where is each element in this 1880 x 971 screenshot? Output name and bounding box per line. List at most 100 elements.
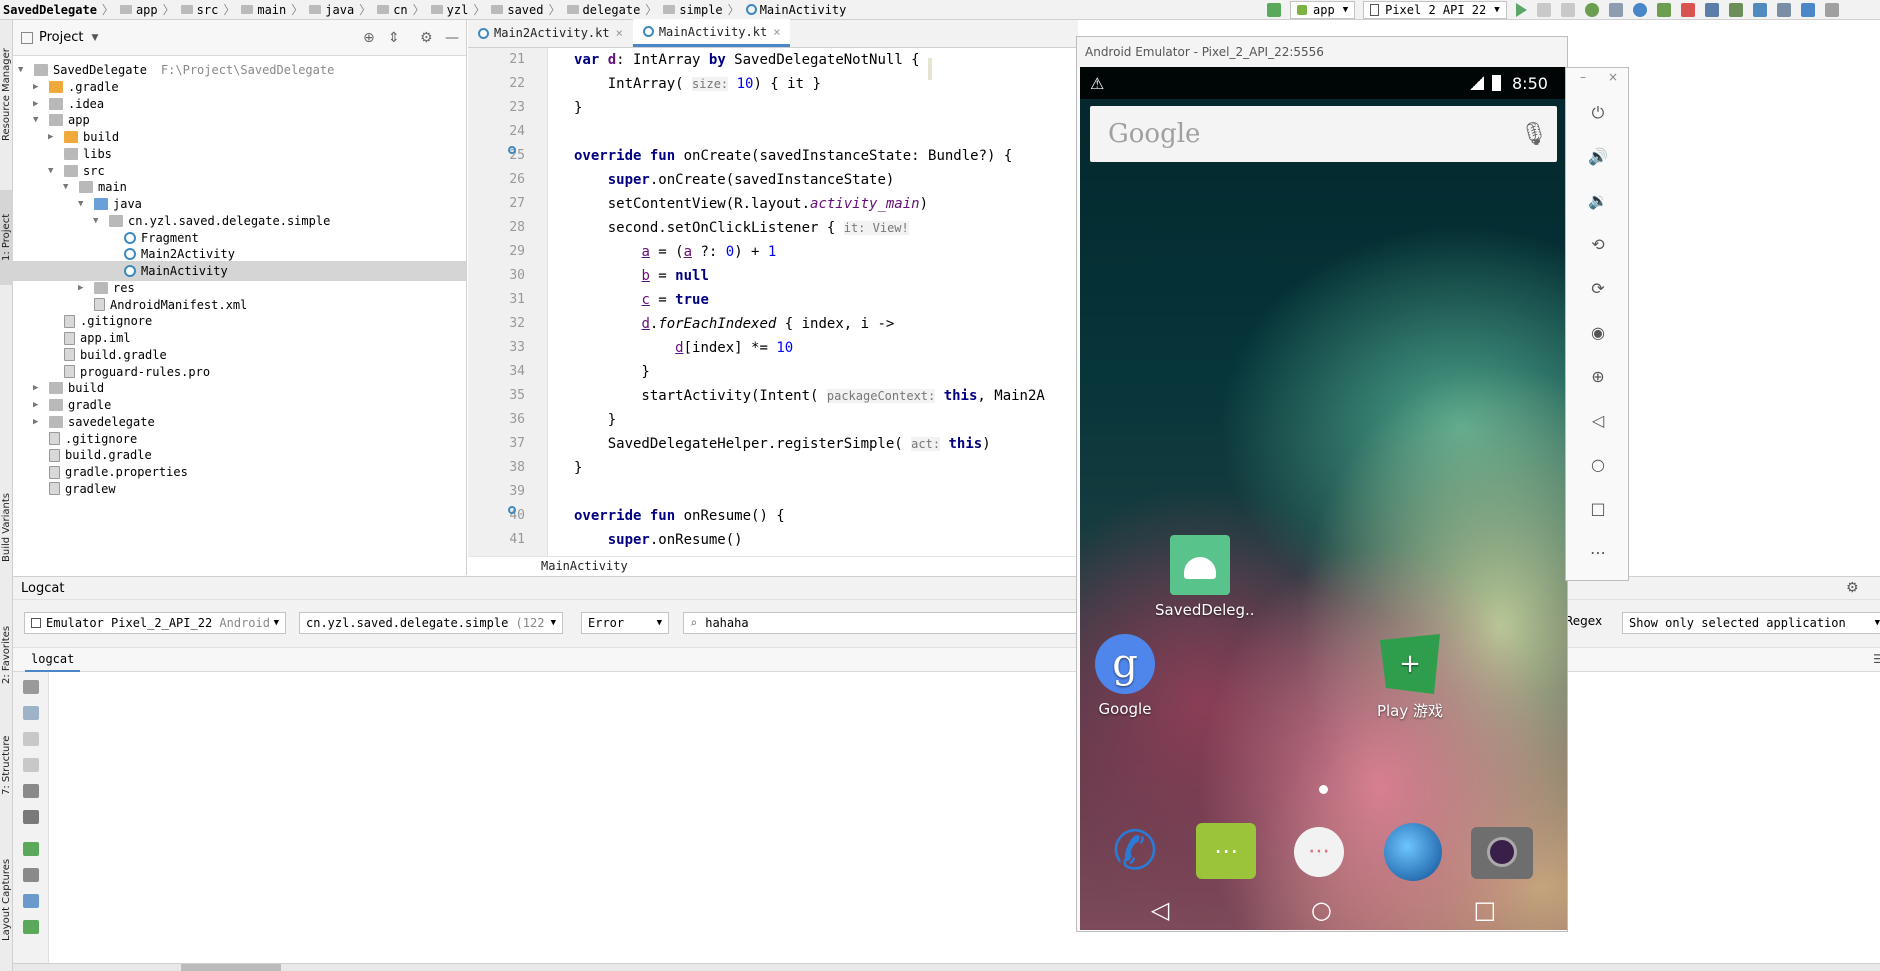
expand-arrow-icon[interactable]: ▶ <box>48 132 58 142</box>
breadcrumb-item[interactable]: cn 〉 <box>374 0 427 20</box>
attach-debugger-icon[interactable] <box>1656 3 1671 17</box>
coverage-icon[interactable] <box>1608 3 1623 17</box>
profile-icon[interactable] <box>1632 3 1647 17</box>
expand-arrow-icon[interactable]: ▶ <box>33 383 43 393</box>
debug-icon[interactable] <box>1584 3 1599 17</box>
expand-arrow-icon[interactable]: ▼ <box>93 216 103 226</box>
tab-logcat[interactable]: logcat <box>25 648 81 672</box>
browser-icon[interactable] <box>1384 823 1442 881</box>
close-icon[interactable]: × <box>773 25 780 39</box>
rotate-left-icon[interactable]: ⟲ <box>1588 235 1608 255</box>
app-saveddelegate[interactable]: SavedDeleg.. <box>1155 535 1255 619</box>
locate-icon[interactable]: ⊕ <box>363 30 375 46</box>
avd-manager-icon[interactable] <box>1728 3 1743 17</box>
breadcrumb-item[interactable]: SavedDelegate 〉 <box>0 0 117 20</box>
device-monitor-icon[interactable] <box>1776 3 1791 17</box>
search-everywhere-icon[interactable] <box>1824 3 1839 17</box>
microphone-icon[interactable]: 🎙 <box>1520 122 1548 147</box>
regex-checkbox[interactable]: Regex <box>1565 614 1602 628</box>
close-icon[interactable]: × <box>616 26 623 40</box>
collapse-all-icon[interactable]: ⇕ <box>388 30 400 46</box>
screenshot-icon[interactable]: ◉ <box>1588 323 1608 343</box>
hide-panel-icon[interactable]: — <box>445 30 459 46</box>
chevron-down-icon[interactable]: ▼ <box>91 33 98 43</box>
rotate-right-icon[interactable]: ⟳ <box>1588 279 1608 299</box>
log-level-select[interactable]: Error ▼ <box>581 612 669 634</box>
layout-captures-tab[interactable]: Layout Captures <box>0 835 13 965</box>
power-icon[interactable]: ⏻ <box>1588 103 1608 123</box>
layout-icon[interactable]: ☰ <box>1873 652 1880 666</box>
apply-code-icon[interactable] <box>1560 3 1575 17</box>
screen-capture-icon[interactable] <box>23 894 39 908</box>
more-icon[interactable]: ⋯ <box>1588 543 1608 563</box>
layout-inspector-icon[interactable] <box>1800 3 1815 17</box>
project-tab[interactable]: 1: Project <box>0 190 13 285</box>
breadcrumb-item[interactable]: src 〉 <box>178 0 239 20</box>
expand-arrow-icon[interactable]: ▶ <box>33 99 43 109</box>
override-marker-icon[interactable] <box>508 506 516 514</box>
gear-icon[interactable]: ⚙ <box>420 30 433 46</box>
print-icon[interactable] <box>23 810 39 824</box>
code-editor[interactable]: 21 22 23 24 25 26 27 28 29 30 31 32 33 34 35 36 37 38 39 40… <box>468 48 1078 556</box>
messaging-icon[interactable]: ⋯ <box>1196 823 1256 879</box>
soft-wrap-icon[interactable] <box>23 784 39 798</box>
process-select[interactable]: cn.yzl.saved.delegate.simple (122 ▼ <box>299 612 563 634</box>
screen-record-icon[interactable] <box>23 920 39 934</box>
tab-main2activity[interactable]: Main2Activity.kt × <box>468 19 633 47</box>
build-variants-tab[interactable]: Build Variants <box>0 470 13 585</box>
expand-arrow-icon[interactable]: ▶ <box>33 400 43 410</box>
back-icon[interactable]: ◁ <box>1588 411 1608 431</box>
log-search-input[interactable]: ⌕ hahaha <box>683 612 1083 634</box>
home-icon[interactable]: ○ <box>1588 455 1608 475</box>
home-icon[interactable]: ○ <box>1311 896 1332 924</box>
volume-up-icon[interactable]: 🔊 <box>1588 147 1608 167</box>
restart-icon[interactable] <box>23 842 39 856</box>
run-config-select[interactable]: app ▼ <box>1290 1 1356 19</box>
override-marker-icon[interactable] <box>508 146 516 154</box>
breadcrumb-item[interactable]: simple 〉 <box>660 0 742 20</box>
expand-arrow-icon[interactable]: ▼ <box>78 199 88 209</box>
expand-arrow-icon[interactable]: ▼ <box>63 182 73 192</box>
favorites-tab[interactable]: 2: Favorites <box>0 610 13 700</box>
breadcrumb-item[interactable]: MainActivity <box>743 0 850 20</box>
app-drawer-icon[interactable]: ⋯ <box>1294 827 1344 877</box>
filter-config-select[interactable]: Show only selected application ▼ <box>1622 612 1880 634</box>
scroll-to-end-icon[interactable] <box>23 706 39 720</box>
volume-down-icon[interactable]: 🔉 <box>1588 191 1608 211</box>
build-hammer-icon[interactable] <box>1267 3 1281 17</box>
camera-icon[interactable] <box>1471 827 1533 879</box>
breadcrumb-item[interactable]: main 〉 <box>238 0 306 20</box>
google-search-bar[interactable]: Google 🎙 <box>1090 106 1557 162</box>
tab-mainactivity[interactable]: MainActivity.kt × <box>632 19 791 47</box>
sync-gradle-icon[interactable] <box>1704 3 1719 17</box>
zoom-icon[interactable]: ⊕ <box>1588 367 1608 387</box>
close-icon[interactable]: × <box>1608 70 1618 84</box>
expand-arrow-icon[interactable]: ▼ <box>48 166 58 176</box>
resource-manager-tab[interactable]: Resource Manager <box>0 35 13 155</box>
breadcrumb-item[interactable]: java 〉 <box>306 0 374 20</box>
expand-arrow-icon[interactable]: ▶ <box>33 82 43 92</box>
device-screen[interactable]: ⚠ 8:50 Google 🎙 SavedDeleg.. g Google + … <box>1080 67 1567 930</box>
app-google[interactable]: g Google <box>1080 634 1170 718</box>
back-icon[interactable]: ◁ <box>1151 896 1169 924</box>
device-select[interactable]: Emulator Pixel_2_API_22 Android ▼ <box>24 612 286 634</box>
recents-icon[interactable]: □ <box>1473 896 1496 924</box>
clear-logcat-icon[interactable] <box>23 680 39 694</box>
tree-item[interactable]: gradlew <box>13 479 466 499</box>
breadcrumb-item[interactable]: yzl 〉 <box>428 0 489 20</box>
expand-arrow-icon[interactable]: ▼ <box>33 115 43 125</box>
minimize-icon[interactable]: – <box>1580 70 1586 84</box>
gear-icon[interactable]: ⚙ <box>1846 580 1859 596</box>
breadcrumb-item[interactable]: saved 〉 <box>488 0 563 20</box>
phone-icon[interactable]: ✆ <box>1105 821 1165 881</box>
overview-icon[interactable]: □ <box>1588 499 1608 519</box>
breadcrumb-item[interactable]: app 〉 <box>117 0 178 20</box>
up-icon[interactable] <box>23 732 39 746</box>
expand-arrow-icon[interactable]: ▶ <box>33 417 43 427</box>
project-view-select[interactable]: Project <box>39 30 83 45</box>
sdk-manager-icon[interactable] <box>1752 3 1767 17</box>
device-select[interactable]: Pixel 2 API 22 ▼ <box>1363 1 1507 19</box>
down-icon[interactable] <box>23 758 39 772</box>
breadcrumb-item[interactable]: delegate 〉 <box>564 0 661 20</box>
apply-changes-icon[interactable] <box>1536 3 1551 17</box>
